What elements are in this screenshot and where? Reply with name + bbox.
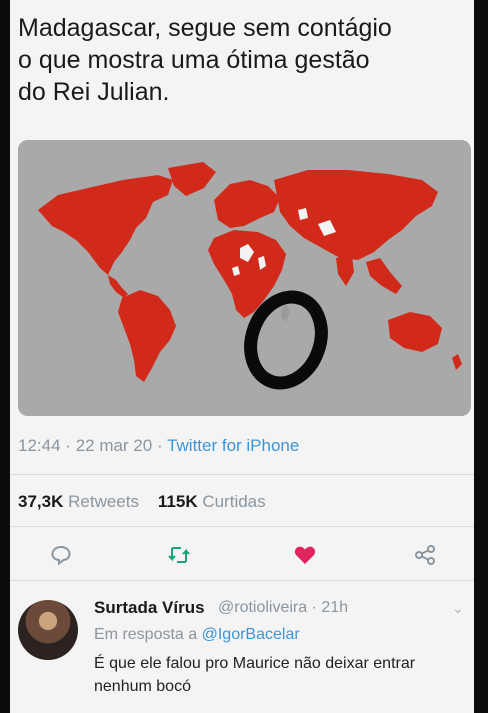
divider xyxy=(10,580,474,581)
avatar[interactable] xyxy=(18,600,78,660)
reply-author-name[interactable]: Surtada Vírus xyxy=(94,598,205,618)
comment-icon xyxy=(51,545,71,566)
tweet-date: 22 mar 20 xyxy=(75,436,153,455)
chevron-down-icon[interactable]: ⌄ xyxy=(452,600,464,617)
retweet-button[interactable] xyxy=(164,540,194,570)
share-icon xyxy=(415,545,435,565)
heart-icon xyxy=(294,546,316,564)
in-reply-to: Em resposta a @IgorBacelar xyxy=(94,626,300,644)
reply-button[interactable] xyxy=(46,540,76,570)
tweet-actions xyxy=(10,538,474,572)
divider xyxy=(10,474,474,475)
retweets-count[interactable]: 37,3K xyxy=(18,492,63,511)
reply-mention-link[interactable]: @IgorBacelar xyxy=(202,626,300,643)
reply-tweet[interactable]: Surtada Vírus @rotioliveira · 21h ⌄ Em r… xyxy=(10,586,474,713)
tweet-meta: 12:44 · 22 mar 20 · Twitter for iPhone xyxy=(18,436,299,456)
divider xyxy=(10,526,474,527)
likes-label[interactable]: Curtidas xyxy=(202,492,265,511)
tweet-stats: 37,3K Retweets 115K Curtidas xyxy=(18,492,266,512)
tweet-text: Madagascar, segue sem contágio o que mos… xyxy=(18,14,392,106)
likes-count[interactable]: 115K xyxy=(158,492,198,511)
like-button[interactable] xyxy=(290,540,320,570)
tweet-time: 12:44 xyxy=(18,436,61,455)
reply-text: É que ele falou pro Maurice não deixar e… xyxy=(94,655,416,695)
reply-author-handle[interactable]: @rotioliveira · 21h xyxy=(218,599,348,617)
tweet-image[interactable] xyxy=(18,140,471,416)
retweet-icon xyxy=(168,547,190,563)
in-reply-prefix: Em resposta a xyxy=(94,626,198,643)
world-map-image xyxy=(18,140,471,416)
tweet-screenshot: Madagascar, segue sem contágio o que mos… xyxy=(10,0,474,713)
retweets-label[interactable]: Retweets xyxy=(68,492,139,511)
tweet-source-link[interactable]: Twitter for iPhone xyxy=(167,436,299,455)
meta-separator: · xyxy=(156,436,163,455)
share-button[interactable] xyxy=(410,540,440,570)
meta-separator: · xyxy=(65,436,71,455)
